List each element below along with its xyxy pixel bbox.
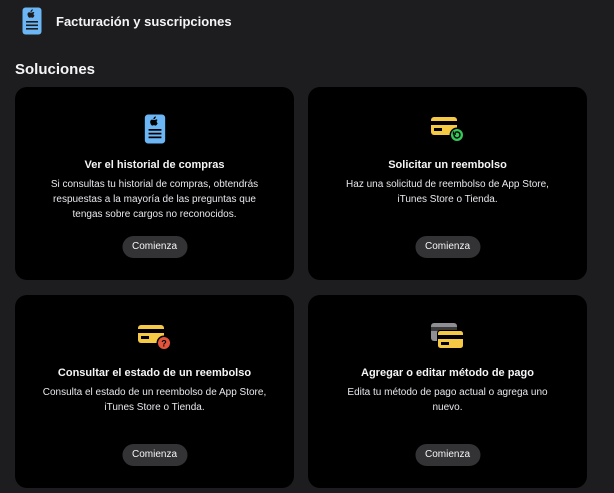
receipt-icon: [22, 7, 42, 35]
card-title: Solicitar un reembolso: [388, 159, 507, 171]
start-button[interactable]: Comienza: [414, 236, 481, 258]
stacked-cards-icon: [428, 319, 468, 355]
card-request-refund[interactable]: Solicitar un reembolso Haz una solicitud…: [308, 87, 587, 280]
card-purchase-history[interactable]: Ver el historial de compras Si consultas…: [15, 87, 294, 280]
card-title: Agregar o editar método de pago: [361, 367, 534, 379]
card-title: Ver el historial de compras: [84, 159, 225, 171]
page-title: Facturación y suscripciones: [56, 13, 232, 29]
card-refund-status[interactable]: ? Consultar el estado de un reembolso Co…: [15, 295, 294, 488]
card-description: Consulta el estado de un reembolso de Ap…: [42, 387, 267, 413]
card-title: Consultar el estado de un reembolso: [57, 367, 252, 379]
start-button[interactable]: Comienza: [414, 444, 481, 466]
card-refund-icon: [428, 111, 468, 147]
start-button[interactable]: Comienza: [121, 444, 188, 466]
card-description: Edita tu método de pago actual o agrega …: [347, 387, 548, 413]
card-question-icon: ?: [135, 319, 175, 355]
receipt-icon: [135, 111, 175, 147]
card-description: Haz una solicitud de reembolso de App St…: [346, 179, 549, 205]
page-header: Facturación y suscripciones: [22, 6, 232, 36]
card-payment-method[interactable]: Agregar o editar método de pago Edita tu…: [308, 295, 587, 488]
card-description: Si consultas tu historial de compras, ob…: [50, 179, 259, 220]
svg-text:?: ?: [161, 339, 167, 349]
section-title: Soluciones: [15, 61, 96, 78]
start-button[interactable]: Comienza: [121, 236, 188, 258]
